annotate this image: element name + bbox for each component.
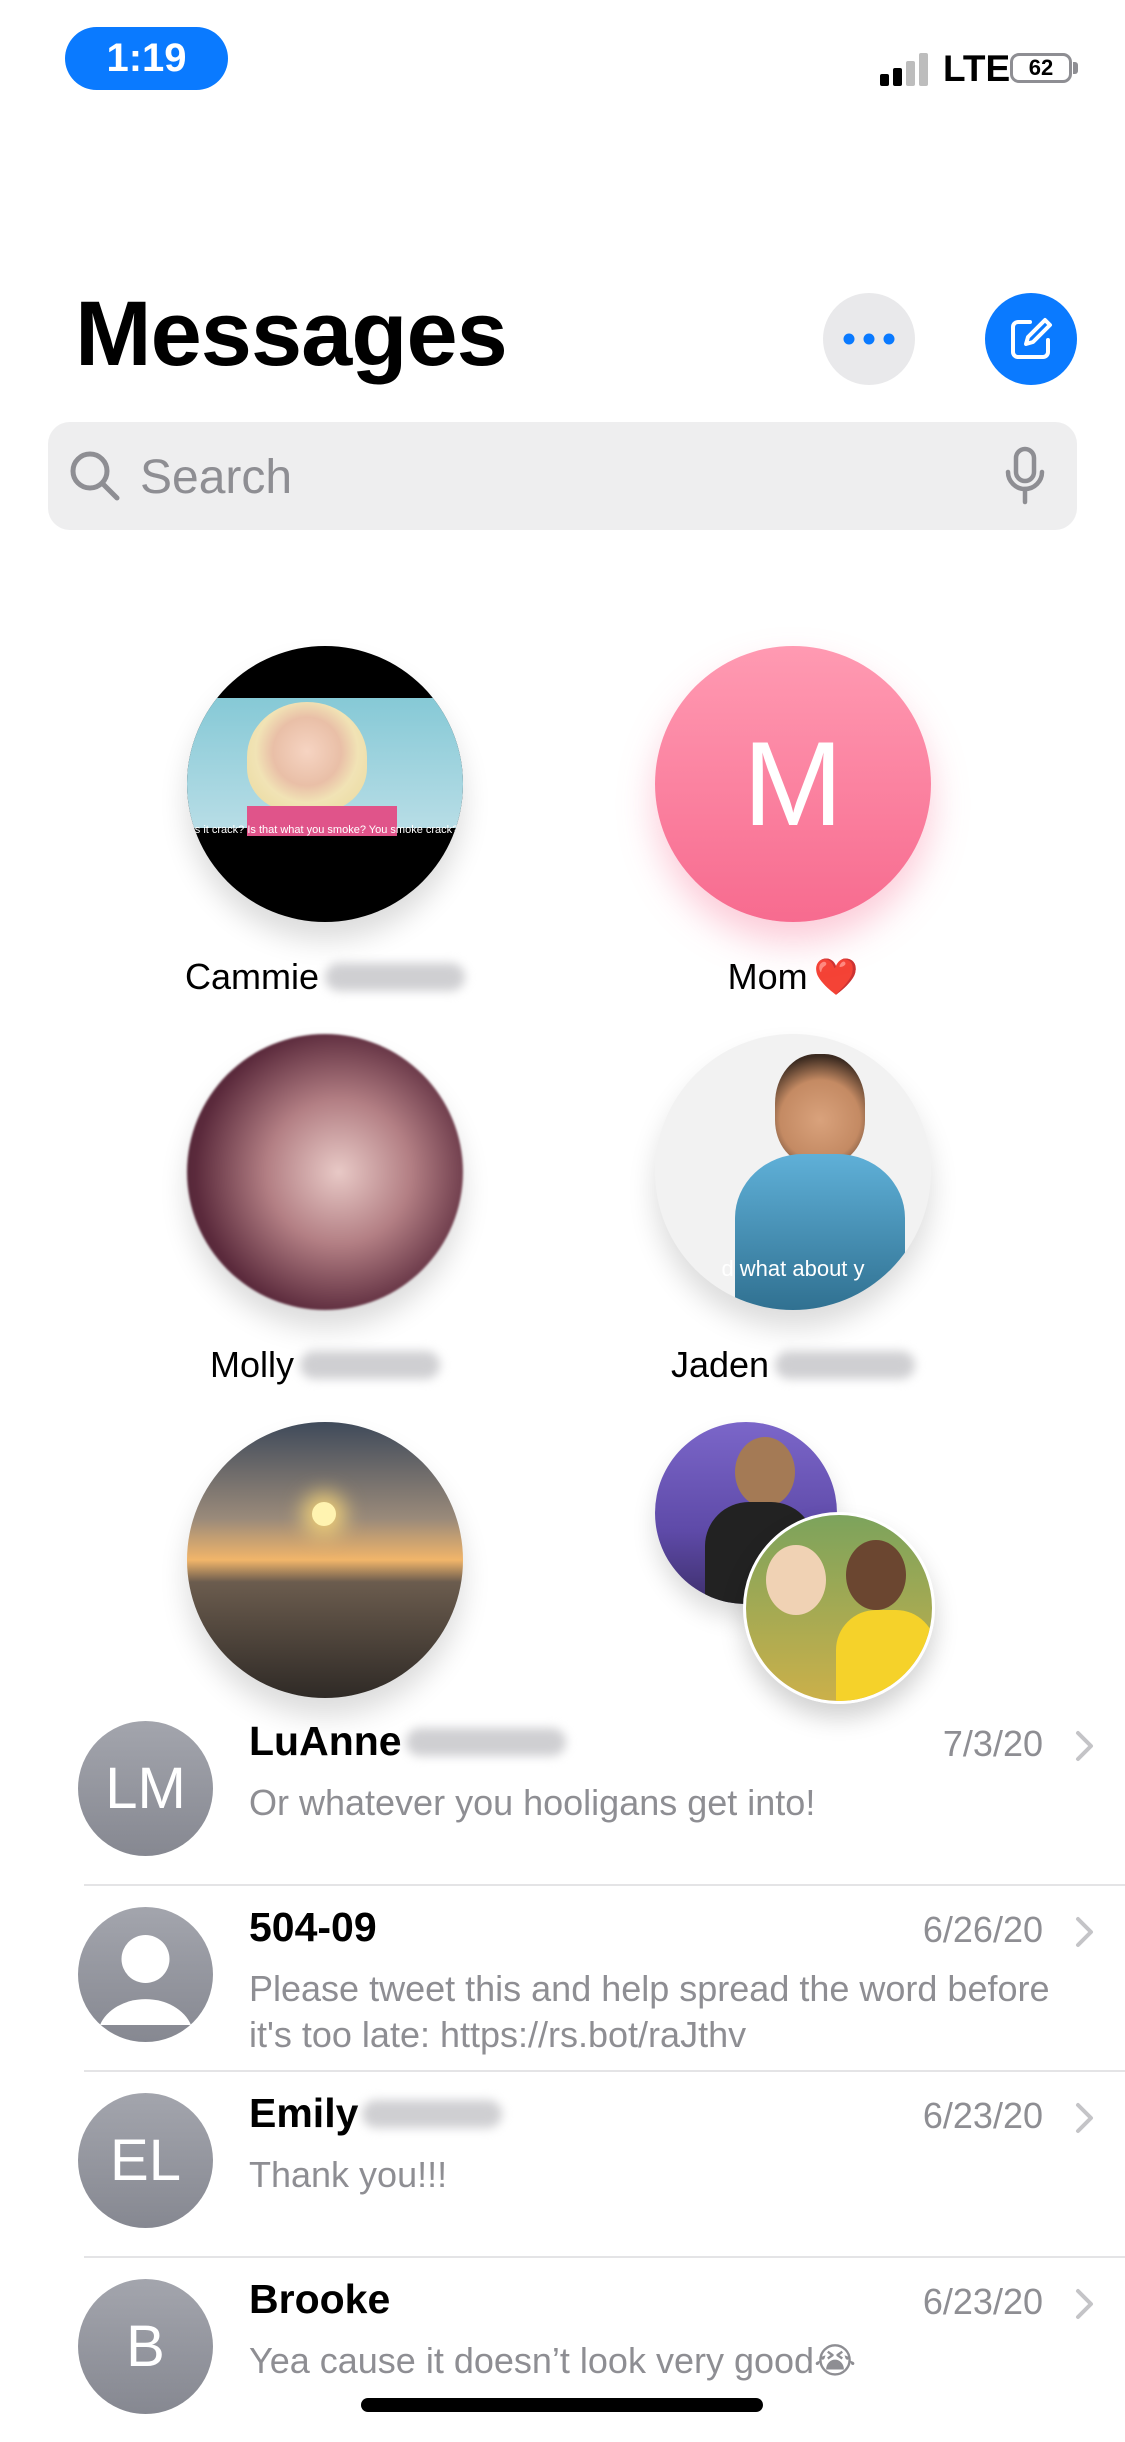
chevron-right-icon bbox=[1076, 2103, 1093, 2133]
message-preview: Please tweet this and help spread the wo… bbox=[249, 1968, 1050, 2055]
redacted-surname bbox=[300, 1351, 440, 1379]
avatar bbox=[78, 1907, 213, 2042]
avatar bbox=[187, 1034, 463, 1310]
conversation-row-luanne[interactable]: LM LuAnne 7/3/20 Or whatever you hooliga… bbox=[0, 1698, 1125, 1884]
chevron-right-icon bbox=[1076, 2289, 1093, 2319]
home-indicator[interactable] bbox=[361, 2398, 763, 2412]
redacted-surname bbox=[362, 2099, 503, 2128]
avatar: M bbox=[655, 646, 931, 922]
pinned-name: Molly bbox=[209, 1344, 294, 1385]
contact-name: Brooke bbox=[249, 2276, 391, 2322]
ellipsis-icon bbox=[843, 333, 895, 345]
pinned-contact-cammie[interactable]: Is it crack? Is that what you smoke? You… bbox=[175, 646, 475, 998]
more-options-button[interactable] bbox=[823, 293, 915, 385]
search-input[interactable] bbox=[138, 422, 942, 532]
pinned-contact-mom[interactable]: M Mom ❤️ bbox=[643, 646, 943, 998]
compose-button[interactable] bbox=[985, 293, 1077, 385]
battery-level: 62 bbox=[1028, 55, 1054, 80]
avatar-initials: EL bbox=[110, 2128, 181, 2193]
search-icon bbox=[70, 451, 120, 501]
message-date: 6/26/20 bbox=[922, 1909, 1043, 1950]
contact-name: 504-09 bbox=[249, 1904, 377, 1950]
status-time[interactable]: 1:19 bbox=[65, 27, 228, 90]
cellular-signal-icon bbox=[880, 52, 932, 86]
battery-nub bbox=[1073, 62, 1078, 74]
network-type: LTE bbox=[943, 48, 1011, 89]
contact-name: Emily bbox=[249, 2090, 359, 2136]
group-avatar-2 bbox=[743, 1512, 935, 1704]
heart-emoji: ❤️ bbox=[813, 956, 859, 997]
photo-overlay-text: d what about y bbox=[721, 1256, 865, 1281]
avatar: LM bbox=[78, 1721, 213, 1856]
avatar-initials: B bbox=[126, 2314, 165, 2379]
avatar: EL bbox=[78, 2093, 213, 2228]
avatar bbox=[187, 1422, 463, 1698]
chevron-right-icon bbox=[1076, 1917, 1093, 1947]
message-preview: Yea cause it doesn’t look very good😭 bbox=[249, 2340, 857, 2381]
conversation-row-504-09[interactable]: 504-09 6/26/20 Please tweet this and hel… bbox=[0, 1884, 1125, 2070]
redacted-surname bbox=[775, 1351, 916, 1379]
pinned-group-conversation[interactable] bbox=[655, 1422, 935, 1704]
compose-icon bbox=[1011, 318, 1052, 359]
pinned-contact-jaden[interactable]: d what about y Jaden bbox=[643, 1034, 943, 1386]
conversation-row-brooke[interactable]: B Brooke 6/23/20 Yea cause it doesn’t lo… bbox=[0, 2256, 1125, 2442]
pinned-name: Cammie bbox=[184, 956, 319, 997]
page-title: Messages bbox=[75, 283, 508, 385]
pinned-contact-sunset[interactable] bbox=[175, 1422, 475, 1732]
pinned-name: Jaden bbox=[670, 1344, 770, 1385]
avatar: d what about y bbox=[655, 1034, 931, 1310]
message-preview: Or whatever you hooligans get into! bbox=[249, 1782, 816, 1823]
redacted-surname bbox=[325, 963, 465, 991]
photo-caption: Is it crack? Is that what you smoke? You… bbox=[191, 824, 459, 836]
message-preview: Thank you!!! bbox=[249, 2154, 448, 2195]
message-date: 7/3/20 bbox=[942, 1723, 1043, 1764]
message-date: 6/23/20 bbox=[922, 2281, 1043, 2322]
avatar-initial: M bbox=[743, 717, 843, 851]
avatar: B bbox=[78, 2279, 213, 2414]
chevron-right-icon bbox=[1076, 1731, 1093, 1761]
avatar-initials: LM bbox=[105, 1756, 186, 1821]
message-date: 6/23/20 bbox=[922, 2095, 1043, 2136]
person-icon bbox=[100, 1935, 191, 2025]
battery-icon: 62 bbox=[1010, 53, 1072, 83]
conversation-row-emily[interactable]: EL Emily 6/23/20 Thank you!!! bbox=[0, 2070, 1125, 2256]
search-bar[interactable] bbox=[48, 422, 1077, 532]
contact-name: LuAnne bbox=[249, 1718, 402, 1764]
microphone-icon[interactable] bbox=[1003, 446, 1047, 506]
redacted-surname bbox=[405, 1727, 566, 1756]
pinned-contact-molly[interactable]: Molly bbox=[175, 1034, 475, 1386]
avatar: Is it crack? Is that what you smoke? You… bbox=[187, 646, 463, 922]
pinned-name: Mom bbox=[727, 956, 808, 997]
